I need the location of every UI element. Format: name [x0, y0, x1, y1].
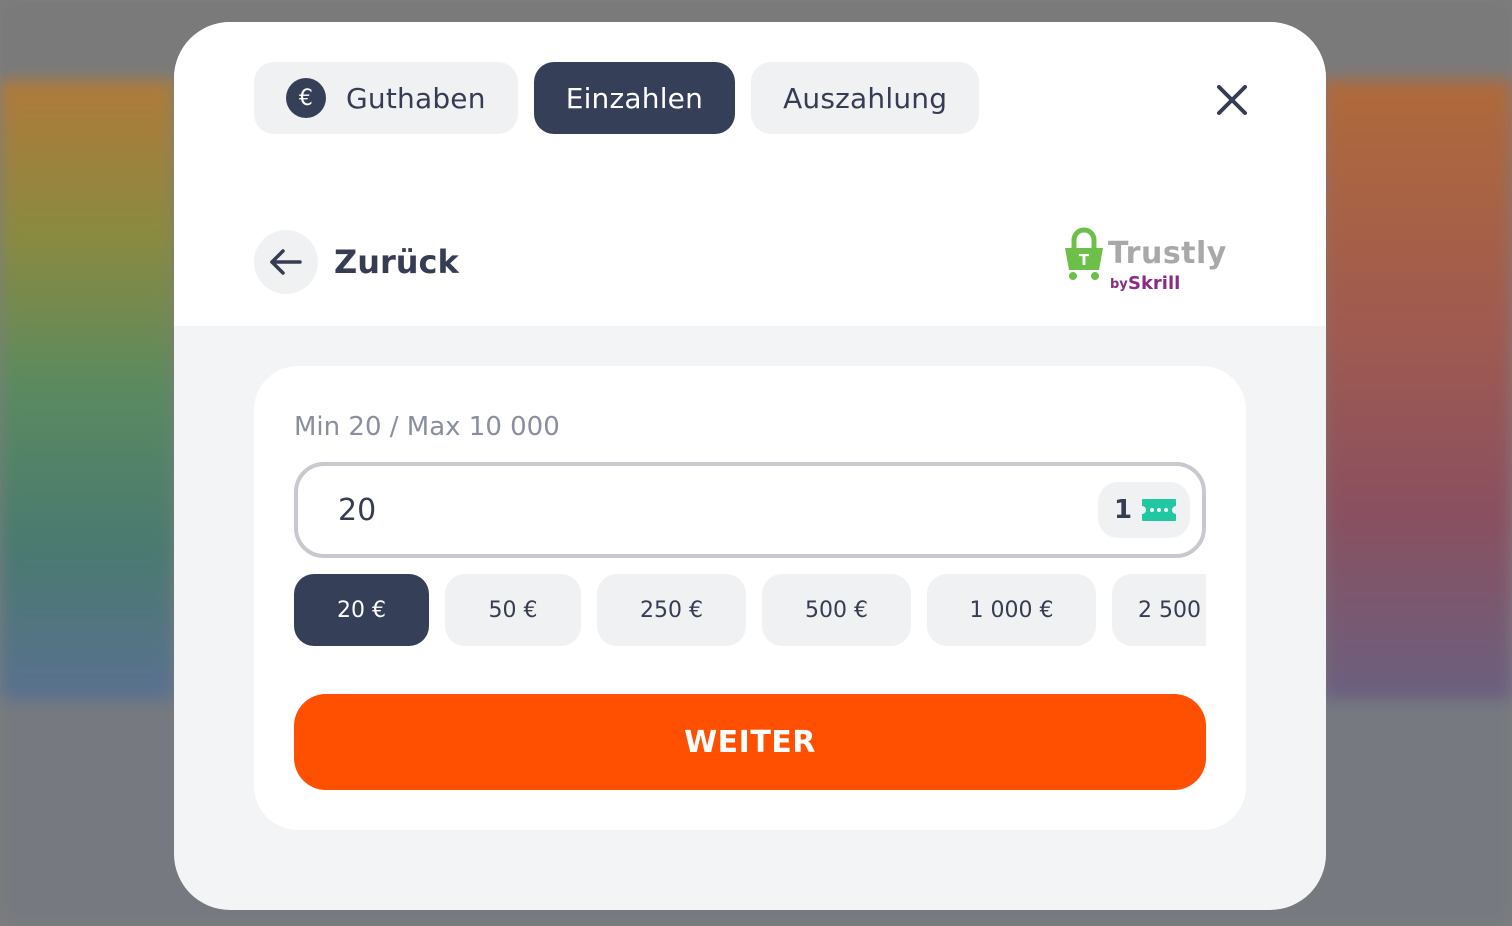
back-label[interactable]: Zurück: [334, 243, 459, 281]
trustly-by: by: [1110, 277, 1128, 292]
close-icon: [1217, 85, 1247, 115]
ticket-icon: [1142, 499, 1177, 521]
ticket-count: 1: [1114, 495, 1133, 525]
preset-500[interactable]: 500 €: [762, 574, 911, 646]
preset-250[interactable]: 250 €: [597, 574, 746, 646]
preset-1000[interactable]: 1 000 €: [927, 574, 1096, 646]
trustly-wordmark: Trustly: [1108, 236, 1227, 271]
back-navigation: Zurück: [254, 230, 459, 294]
continue-button[interactable]: WEITER: [294, 694, 1206, 790]
preset-20[interactable]: 20 €: [294, 574, 429, 646]
back-button[interactable]: [254, 230, 318, 294]
ticket-badge[interactable]: 1: [1098, 482, 1190, 538]
trustly-logo: T Trustly by Skrill: [1062, 226, 1226, 302]
wallet-tabs: € Guthaben Einzahlen Auszahlung: [254, 62, 980, 134]
amount-field[interactable]: 1: [294, 462, 1206, 558]
tab-balance-label: Guthaben: [346, 81, 486, 115]
preset-50[interactable]: 50 €: [445, 574, 581, 646]
tab-withdraw[interactable]: Auszahlung: [751, 62, 980, 134]
tab-deposit-label: Einzahlen: [565, 81, 704, 115]
deposit-modal: € Guthaben Einzahlen Auszahlung Zurück T…: [174, 22, 1326, 910]
svg-text:T: T: [1079, 251, 1090, 269]
deposit-limits: Min 20 / Max 10 000: [294, 412, 560, 442]
tab-withdraw-label: Auszahlung: [783, 81, 948, 115]
tab-deposit[interactable]: Einzahlen: [533, 62, 736, 134]
tab-balance[interactable]: € Guthaben: [254, 62, 518, 134]
trustly-lock-icon: T: [1065, 227, 1103, 280]
arrow-left-icon: [270, 249, 302, 275]
amount-input[interactable]: [338, 492, 1038, 528]
euro-icon: €: [286, 78, 326, 118]
deposit-card: Min 20 / Max 10 000 1 20 € 50 € 250 € 50…: [254, 366, 1246, 830]
skrill-wordmark: Skrill: [1128, 273, 1181, 294]
amount-presets: 20 € 50 € 250 € 500 € 1 000 € 2 500 €: [294, 574, 1206, 646]
preset-2500[interactable]: 2 500 €: [1112, 574, 1206, 646]
close-button[interactable]: [1210, 78, 1254, 122]
